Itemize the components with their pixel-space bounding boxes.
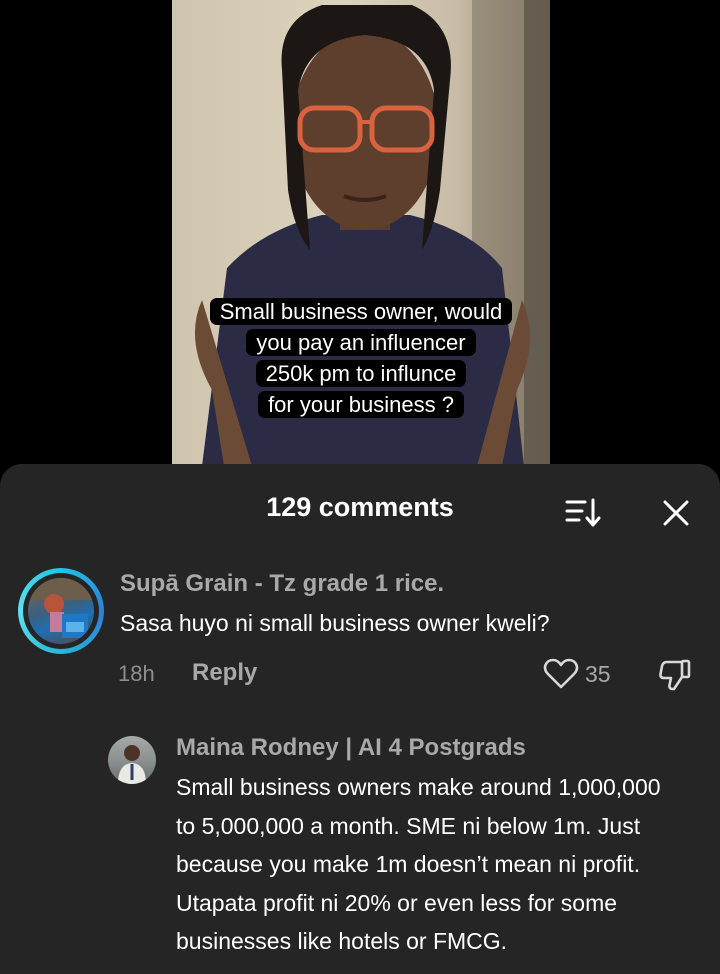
commenter-avatar[interactable]	[18, 568, 104, 654]
reply-button[interactable]: Reply	[192, 659, 257, 687]
heart-icon	[543, 658, 579, 689]
reply-author[interactable]: Maina Rodney | AI 4 Postgrads	[176, 734, 526, 762]
video-caption: Small business owner, would you pay an i…	[172, 296, 550, 420]
reply-text-line: businesses like hotels or FMCG.	[176, 928, 508, 954]
thumbs-down-icon	[659, 659, 691, 691]
avatar-ring-gap	[23, 573, 99, 649]
reply-text: Small business owners make around 1,000,…	[176, 768, 706, 961]
dislike-button[interactable]	[658, 658, 692, 692]
reply-text-line: Small business owners make around 1,000,…	[176, 774, 661, 800]
close-button[interactable]	[656, 496, 696, 532]
comments-sheet: 129 comments Supā Grain - Tz grade 1 ric…	[0, 464, 720, 974]
reply-author-avatar[interactable]	[108, 736, 156, 784]
avatar-image	[28, 578, 94, 644]
sort-button[interactable]	[562, 496, 602, 530]
reply-text-line: to 5,000,000 a month. SME ni below 1m. J…	[176, 812, 641, 839]
comment-timestamp: 18h	[118, 661, 155, 686]
avatar-picture	[28, 578, 94, 638]
caption-line: Small business owner, would	[209, 298, 513, 325]
reply-text-line: Utapata profit ni 20% or even less for s…	[176, 889, 618, 916]
like-button[interactable]: 35	[543, 658, 611, 690]
sort-icon	[565, 498, 601, 527]
caption-line: you pay an influencer	[246, 329, 476, 356]
reply-text-line: because you make 1m doesn’t mean ni prof…	[176, 851, 641, 877]
close-icon	[663, 500, 689, 526]
caption-line: 250k pm to influnce	[255, 360, 467, 387]
avatar-picture	[118, 745, 146, 784]
comments-count-title: 129 comments	[266, 492, 454, 522]
video-player[interactable]: Small business owner, would you pay an i…	[0, 0, 720, 466]
caption-line: for your business ?	[258, 391, 464, 418]
like-count: 35	[585, 661, 611, 687]
comment-author[interactable]: Supā Grain - Tz grade 1 rice.	[120, 570, 444, 598]
video-frame[interactable]: Small business owner, would you pay an i…	[172, 0, 550, 466]
comment-text: Sasa huyo ni small business owner kweli?	[120, 610, 550, 636]
